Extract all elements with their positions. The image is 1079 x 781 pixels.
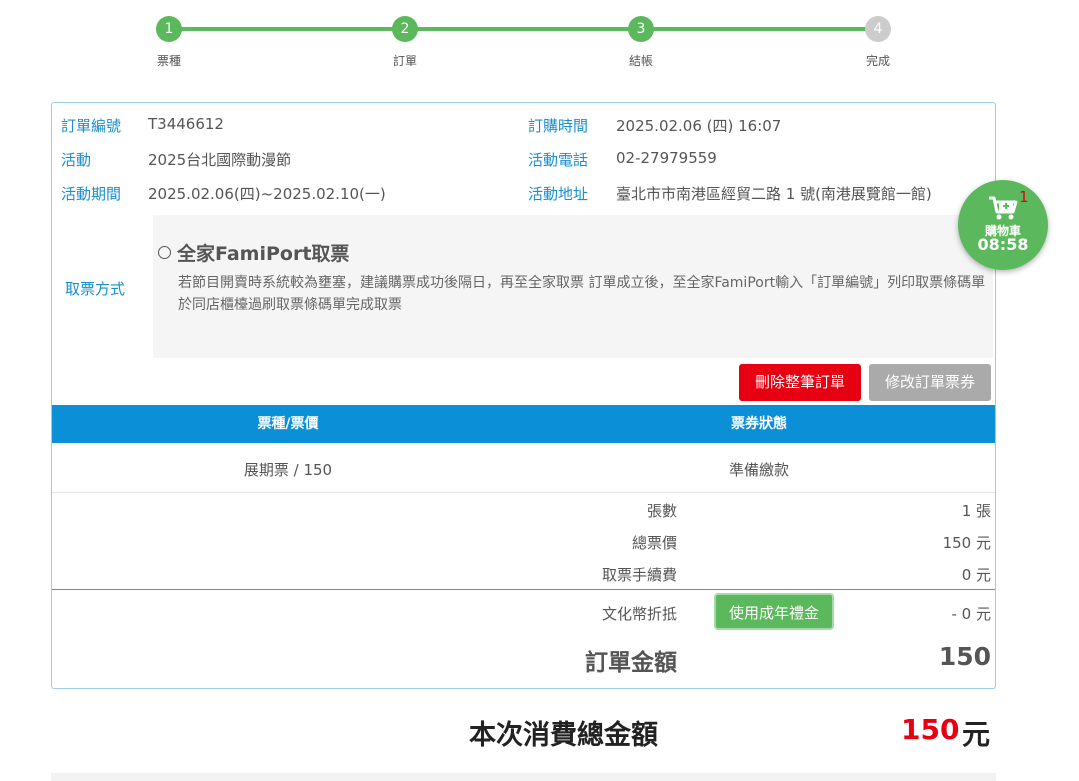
step-2-circle: 2 — [392, 16, 418, 42]
pickup-fee-value: 0 元 — [961, 566, 991, 584]
order-id-value: T3446612 — [148, 115, 224, 133]
step-2-label: 訂單 — [392, 54, 417, 68]
ticket-type-cell: 展期票 / 150 — [243, 461, 333, 479]
radio-icon[interactable] — [158, 246, 171, 259]
pickup-fee-label: 取票手續費 — [601, 566, 677, 584]
ticket-status-cell: 準備繳款 — [728, 461, 789, 479]
shopping-cart-icon — [989, 196, 1018, 220]
pickup-option[interactable]: 全家FamiPort取票 — [158, 239, 349, 266]
summary-divider — [52, 589, 995, 590]
progress-stepper: 1 票種 2 訂單 3 結帳 4 完成 — [0, 0, 1079, 80]
event-period-label: 活動期間 — [61, 185, 122, 203]
order-details-panel: 訂單編號 T3446612 訂購時間 2025.02.06 (四) 16:07 … — [51, 102, 996, 689]
event-address-value: 臺北市市南港區經貿二路 1 號(南港展覽館一館) — [616, 185, 932, 203]
cart-countdown-timer: 08:58 — [977, 235, 1029, 254]
step-3-circle: 3 — [628, 16, 654, 42]
modify-order-button[interactable]: 修改訂單票券 — [869, 364, 991, 401]
culture-credit-value: - 0 元 — [951, 605, 992, 623]
event-address-label: 活動地址 — [528, 185, 589, 203]
grand-total-label: 本次消費總金額 — [469, 720, 658, 751]
order-time-value: 2025.02.06 (四) 16:07 — [616, 117, 782, 135]
next-section-strip — [51, 773, 996, 781]
total-price-label: 總票價 — [631, 534, 677, 552]
step-connector — [405, 27, 641, 31]
pickup-option-label: 全家FamiPort取票 — [177, 243, 350, 265]
grand-total-unit: 元 — [962, 718, 991, 751]
order-total-value: 150 — [938, 642, 991, 671]
step-connector — [169, 27, 405, 31]
event-period-value: 2025.02.06(四)~2025.02.10(一) — [148, 185, 386, 203]
step-4-circle: 4 — [865, 16, 891, 42]
step-3-label: 結帳 — [628, 54, 653, 68]
order-total-label: 訂單金額 — [585, 650, 677, 676]
order-id-label: 訂單編號 — [61, 117, 122, 135]
delete-order-button[interactable]: 刪除整筆訂單 — [739, 364, 861, 401]
ticket-price-header: 票種/票價 — [257, 416, 319, 432]
step-4-label: 完成 — [865, 54, 890, 68]
ticket-count-value: 1 張 — [961, 502, 991, 520]
total-price-value: 150 元 — [942, 534, 991, 552]
row-divider — [52, 492, 995, 493]
pickup-method-panel: 全家FamiPort取票 若節目開賣時系統較為壅塞，建議購票成功後隔日，再至全家… — [153, 215, 993, 358]
event-phone-value: 02-27979559 — [616, 149, 717, 167]
ticket-table-header: 票種/票價 票券狀態 — [52, 405, 995, 443]
step-1-circle: 1 — [156, 16, 182, 42]
event-phone-label: 活動電話 — [528, 151, 589, 169]
event-label: 活動 — [61, 151, 92, 169]
pickup-method-label: 取票方式 — [65, 280, 126, 298]
culture-credit-label: 文化幣折抵 — [601, 605, 677, 623]
shopping-cart-button[interactable]: 1 購物車 08:58 — [958, 180, 1048, 270]
grand-total-amount: 150 — [901, 713, 960, 746]
pickup-description: 若節目開賣時系統較為壅塞，建議購票成功後隔日，再至全家取票 訂單成立後，至全家F… — [178, 275, 986, 313]
event-value: 2025台北國際動漫節 — [148, 151, 292, 169]
use-youth-credit-button[interactable]: 使用成年禮金 — [714, 593, 834, 630]
ticket-count-label: 張數 — [646, 502, 677, 520]
step-connector — [641, 27, 877, 31]
cart-count-badge: 1 — [1019, 188, 1029, 206]
ticket-status-header: 票券狀態 — [731, 416, 787, 432]
step-1-label: 票種 — [156, 54, 181, 68]
order-time-label: 訂購時間 — [528, 117, 589, 135]
